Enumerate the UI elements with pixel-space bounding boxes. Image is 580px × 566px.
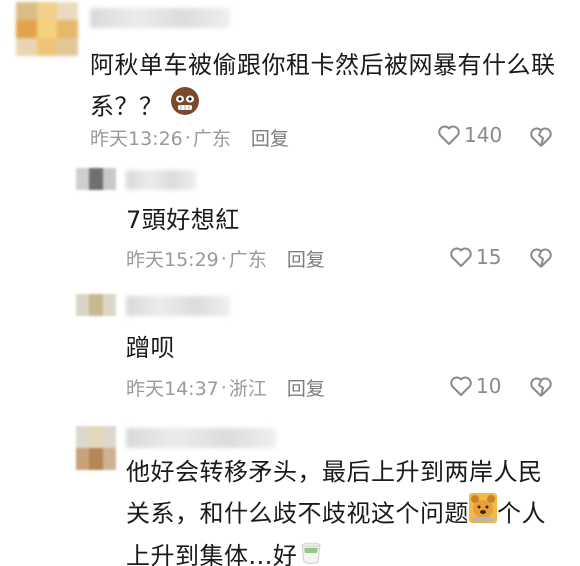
comment-meta: 昨天15:29 · 广东 回复 bbox=[126, 245, 325, 272]
broken-heart-icon[interactable] bbox=[529, 247, 553, 269]
broken-heart-icon[interactable] bbox=[529, 126, 553, 148]
heart-icon bbox=[450, 247, 472, 267]
reply-button[interactable]: 回复 bbox=[287, 245, 325, 272]
username-blurred[interactable] bbox=[90, 8, 230, 28]
face-emoji bbox=[170, 86, 200, 129]
tea-cup-emoji bbox=[299, 537, 323, 566]
timestamp: 昨天14:37 bbox=[126, 378, 219, 400]
location: 广东 bbox=[228, 249, 267, 271]
username-blurred[interactable] bbox=[126, 428, 276, 448]
like-button[interactable]: 140 bbox=[437, 123, 502, 147]
avatar[interactable] bbox=[16, 2, 78, 56]
like-button[interactable]: 10 bbox=[449, 374, 501, 398]
comment-text: 他好会转移矛头，最后上升到两岸人民 关系，和什么歧不歧视这个问题 个人 上升到集… bbox=[126, 452, 576, 566]
like-count: 140 bbox=[464, 123, 503, 147]
avatar[interactable] bbox=[76, 294, 116, 316]
username-blurred[interactable] bbox=[126, 296, 230, 316]
reply-button[interactable]: 回复 bbox=[287, 374, 325, 401]
timestamp: 昨天15:29 bbox=[126, 249, 219, 271]
like-button[interactable]: 15 bbox=[449, 245, 501, 269]
like-count: 10 bbox=[476, 374, 502, 398]
comment-meta: 昨天13:26 · 广东 回复 bbox=[90, 124, 289, 151]
reply-button[interactable]: 回复 bbox=[251, 124, 289, 151]
comment-meta: 昨天14:37 · 浙江 回复 bbox=[126, 374, 325, 401]
timestamp: 昨天13:26 bbox=[90, 128, 183, 150]
like-count: 15 bbox=[476, 245, 502, 269]
heart-icon bbox=[438, 125, 460, 145]
comment-text: 7頭好想紅 bbox=[126, 206, 240, 234]
location: 浙江 bbox=[228, 378, 267, 400]
bear-emoji bbox=[469, 493, 497, 536]
heart-icon bbox=[450, 376, 472, 396]
avatar[interactable] bbox=[76, 426, 116, 470]
avatar[interactable] bbox=[76, 168, 116, 190]
username-blurred[interactable] bbox=[126, 170, 196, 190]
comment-text: 阿秋单车被偷跟你租卡然后被网暴有什么联系？？ bbox=[90, 45, 560, 129]
comment-text: 蹭呗 bbox=[126, 334, 175, 362]
broken-heart-icon[interactable] bbox=[529, 376, 553, 398]
location: 广东 bbox=[192, 128, 231, 150]
